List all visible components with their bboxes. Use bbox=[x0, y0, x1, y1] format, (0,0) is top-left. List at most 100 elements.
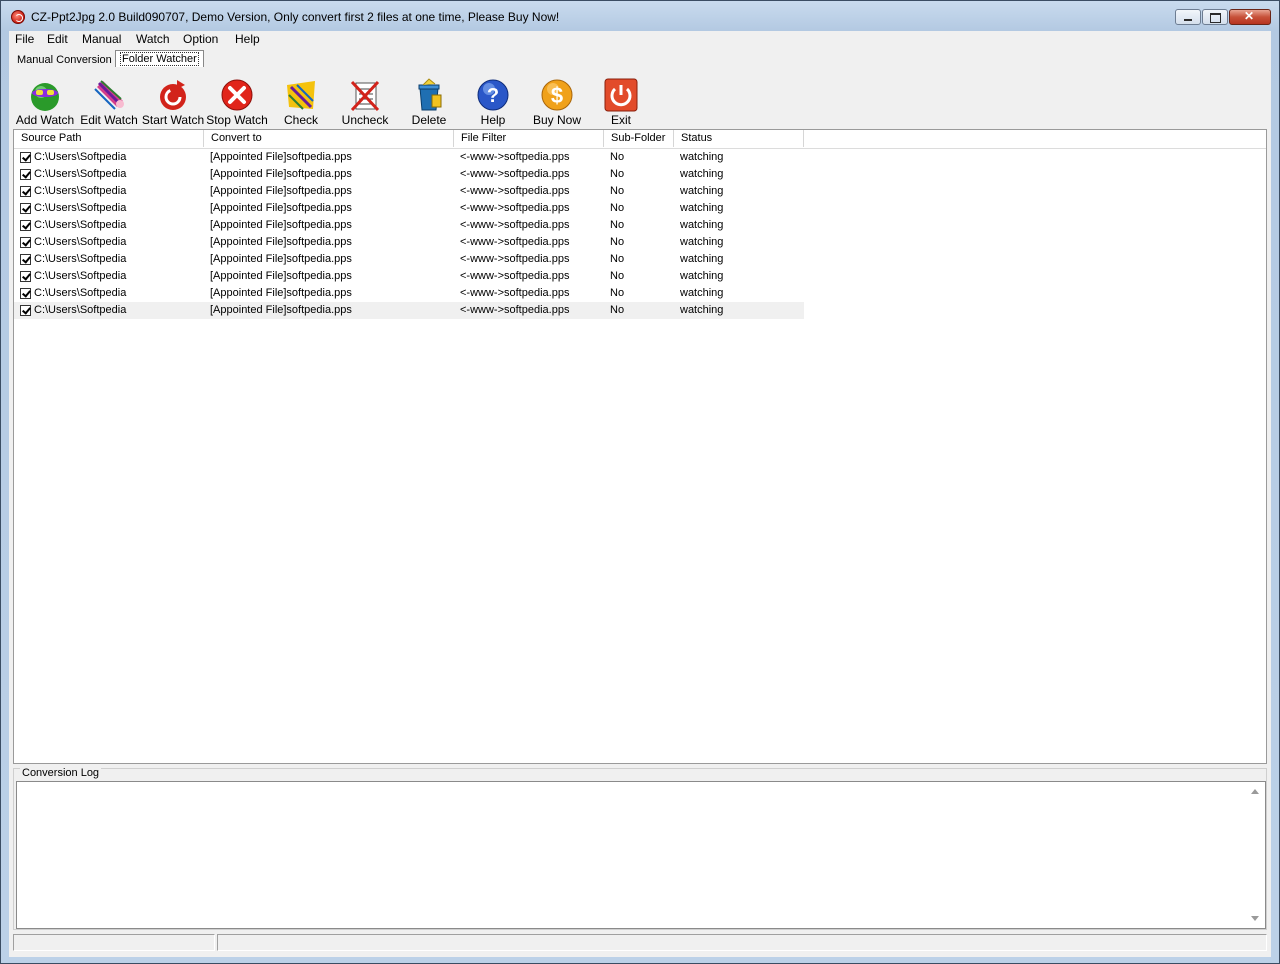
col-source-path[interactable]: Source Path bbox=[14, 130, 204, 147]
cell-status: watching bbox=[680, 202, 724, 214]
col-file-filter[interactable]: File Filter bbox=[454, 130, 604, 147]
table-row[interactable]: C:\Users\Softpedia [Appointed File]softp… bbox=[14, 234, 804, 251]
delete-icon bbox=[418, 78, 442, 111]
app-window: CZ-Ppt2Jpg 2.0 Build090707, Demo Version… bbox=[0, 0, 1280, 964]
title-bar[interactable]: CZ-Ppt2Jpg 2.0 Build090707, Demo Version… bbox=[1, 1, 1279, 31]
conversion-log-label: Conversion Log bbox=[20, 767, 102, 779]
tab-folder-watcher[interactable]: Folder Watcher bbox=[115, 50, 204, 67]
cell-status: watching bbox=[680, 236, 724, 248]
close-button[interactable] bbox=[1229, 9, 1271, 25]
menu-manual[interactable]: Manual bbox=[82, 32, 121, 46]
table-row[interactable]: C:\Users\Softpedia [Appointed File]softp… bbox=[14, 200, 804, 217]
check-icon bbox=[287, 81, 315, 110]
row-checkbox[interactable] bbox=[20, 169, 31, 180]
help-button[interactable]: ? Help bbox=[461, 75, 525, 127]
scroll-down-icon[interactable] bbox=[1251, 916, 1259, 921]
watch-list[interactable]: Source Path Convert to File Filter Sub-F… bbox=[13, 129, 1267, 764]
conversion-log-textarea[interactable] bbox=[16, 781, 1266, 929]
exit-button[interactable]: Exit bbox=[589, 75, 653, 127]
row-checkbox[interactable] bbox=[20, 237, 31, 248]
restore-button[interactable] bbox=[1202, 9, 1228, 25]
cell-convert-to: [Appointed File]softpedia.pps bbox=[210, 219, 352, 231]
window-title: CZ-Ppt2Jpg 2.0 Build090707, Demo Version… bbox=[31, 10, 560, 24]
menu-edit[interactable]: Edit bbox=[47, 32, 68, 46]
col-convert-to[interactable]: Convert to bbox=[204, 130, 454, 147]
toolbar: Add Watch Edit Watch Start Watch Stop Wa… bbox=[9, 71, 1271, 129]
cell-convert-to: [Appointed File]softpedia.pps bbox=[210, 304, 352, 316]
row-checkbox[interactable] bbox=[20, 271, 31, 282]
tab-manual-conversion[interactable]: Manual Conversion bbox=[13, 52, 116, 68]
col-sub-folder[interactable]: Sub-Folder bbox=[604, 130, 674, 147]
cell-filter: <-www->softpedia.pps bbox=[460, 151, 570, 163]
toolbar-label: Stop Watch bbox=[206, 113, 268, 127]
cell-filter: <-www->softpedia.pps bbox=[460, 253, 570, 265]
cell-source: C:\Users\Softpedia bbox=[34, 168, 127, 180]
toolbar-label: Uncheck bbox=[341, 113, 389, 127]
scroll-up-icon[interactable] bbox=[1251, 789, 1259, 794]
stop-watch-button[interactable]: Stop Watch bbox=[205, 75, 269, 127]
table-row[interactable]: C:\Users\Softpedia [Appointed File]softp… bbox=[14, 217, 804, 234]
add-watch-button[interactable]: Add Watch bbox=[13, 75, 77, 127]
window-controls bbox=[1175, 9, 1271, 25]
table-row[interactable]: C:\Users\Softpedia [Appointed File]softp… bbox=[14, 285, 804, 302]
start-watch-icon bbox=[160, 80, 186, 110]
buy-now-icon: $ bbox=[541, 79, 573, 111]
row-checkbox[interactable] bbox=[20, 152, 31, 163]
minimize-button[interactable] bbox=[1175, 9, 1201, 25]
cell-convert-to: [Appointed File]softpedia.pps bbox=[210, 151, 352, 163]
row-checkbox[interactable] bbox=[20, 203, 31, 214]
stop-watch-icon bbox=[221, 79, 253, 111]
table-row[interactable]: C:\Users\Softpedia [Appointed File]softp… bbox=[14, 149, 804, 166]
app-icon[interactable] bbox=[11, 10, 25, 24]
toolbar-label: Check bbox=[283, 113, 318, 127]
menu-help[interactable]: Help bbox=[235, 32, 260, 46]
cell-status: watching bbox=[680, 219, 724, 231]
table-row[interactable]: C:\Users\Softpedia [Appointed File]softp… bbox=[14, 166, 804, 183]
help-icon: ? bbox=[477, 79, 509, 111]
cell-convert-to: [Appointed File]softpedia.pps bbox=[210, 287, 352, 299]
tab-strip: Manual Conversion Folder Watcher bbox=[9, 49, 1271, 71]
table-row[interactable]: C:\Users\Softpedia [Appointed File]softp… bbox=[14, 302, 804, 319]
cell-subfolder: No bbox=[610, 151, 625, 163]
edit-watch-button[interactable]: Edit Watch bbox=[77, 75, 141, 127]
cell-status: watching bbox=[680, 168, 724, 180]
row-checkbox[interactable] bbox=[20, 220, 31, 231]
cell-subfolder: No bbox=[610, 270, 625, 282]
toolbar-label: Delete bbox=[411, 113, 447, 127]
svg-text:?: ? bbox=[487, 85, 499, 107]
row-checkbox[interactable] bbox=[20, 254, 31, 265]
cell-filter: <-www->softpedia.pps bbox=[460, 202, 570, 214]
menu-file[interactable]: File bbox=[15, 32, 34, 46]
buy-now-button[interactable]: $ Buy Now bbox=[525, 75, 589, 127]
table-row[interactable]: C:\Users\Softpedia [Appointed File]softp… bbox=[14, 251, 804, 268]
menu-option[interactable]: Option bbox=[183, 32, 218, 46]
add-watch-icon bbox=[31, 83, 59, 111]
col-status[interactable]: Status bbox=[674, 130, 804, 147]
row-checkbox[interactable] bbox=[20, 288, 31, 299]
cell-subfolder: No bbox=[610, 168, 625, 180]
menu-watch[interactable]: Watch bbox=[136, 32, 170, 46]
row-checkbox[interactable] bbox=[20, 186, 31, 197]
cell-status: watching bbox=[680, 270, 724, 282]
delete-button[interactable]: Delete bbox=[397, 75, 461, 127]
log-scrollbar[interactable] bbox=[1246, 782, 1263, 928]
uncheck-icon bbox=[350, 80, 380, 112]
cell-status: watching bbox=[680, 253, 724, 265]
cell-filter: <-www->softpedia.pps bbox=[460, 168, 570, 180]
uncheck-button[interactable]: Uncheck bbox=[333, 75, 397, 127]
cell-subfolder: No bbox=[610, 304, 625, 316]
tab-label: Manual Conversion bbox=[17, 54, 112, 66]
cell-convert-to: [Appointed File]softpedia.pps bbox=[210, 202, 352, 214]
table-row[interactable]: C:\Users\Softpedia [Appointed File]softp… bbox=[14, 183, 804, 200]
table-row[interactable]: C:\Users\Softpedia [Appointed File]softp… bbox=[14, 268, 804, 285]
menu-bar: File Edit Manual Watch Option Help bbox=[9, 31, 1271, 49]
cell-filter: <-www->softpedia.pps bbox=[460, 287, 570, 299]
cell-source: C:\Users\Softpedia bbox=[34, 304, 127, 316]
cell-subfolder: No bbox=[610, 202, 625, 214]
edit-watch-icon bbox=[94, 80, 124, 110]
cell-subfolder: No bbox=[610, 287, 625, 299]
row-checkbox[interactable] bbox=[20, 305, 31, 316]
cell-convert-to: [Appointed File]softpedia.pps bbox=[210, 185, 352, 197]
check-button[interactable]: Check bbox=[269, 75, 333, 127]
start-watch-button[interactable]: Start Watch bbox=[141, 75, 205, 127]
